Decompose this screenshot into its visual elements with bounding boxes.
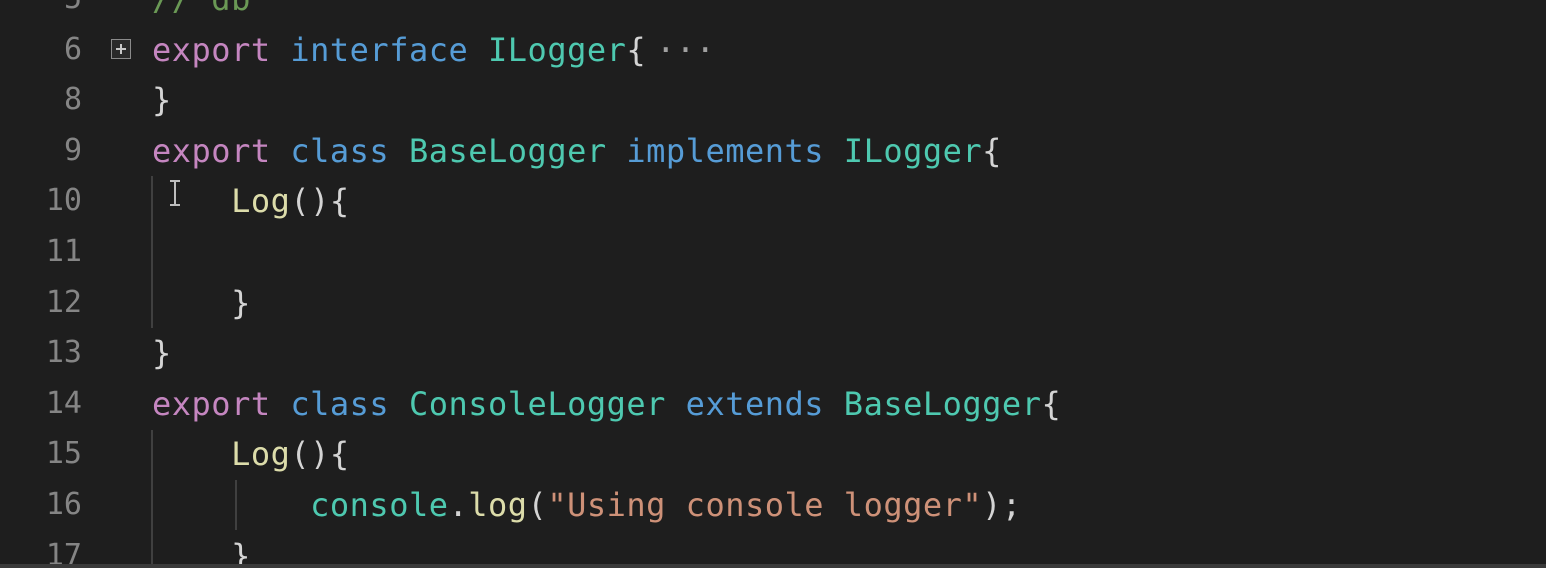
code-text: console.log("Using console logger");	[152, 480, 1022, 530]
code-text: Log(){	[152, 429, 350, 479]
line-number: 17	[45, 537, 82, 568]
code-token: export	[152, 131, 291, 170]
code-line[interactable]: 10 Log(){	[0, 176, 1546, 226]
line-number: 15	[45, 436, 82, 472]
code-token: }	[152, 334, 172, 373]
code-token: .	[448, 486, 469, 524]
line-number: 16	[45, 487, 82, 522]
code-token: extends	[685, 384, 844, 423]
code-token: ILogger	[843, 131, 983, 170]
code-token: interface	[290, 30, 489, 69]
line-number: 5	[0, 0, 82, 24]
code-line[interactable]: 16 console.log("Using console logger");	[0, 480, 1546, 530]
code-text: }	[152, 75, 172, 125]
code-text: }	[152, 531, 251, 568]
code-token: Log	[231, 182, 291, 221]
code-token: class	[290, 131, 409, 170]
code-token: log	[468, 486, 528, 524]
code-token: ConsoleLogger	[408, 384, 686, 423]
text-cursor-icon	[168, 180, 182, 206]
code-line[interactable]: 5 // db	[0, 0, 1546, 24]
code-line[interactable]: 11	[0, 227, 1546, 277]
code-token: BaseLogger	[408, 131, 627, 170]
code-line[interactable]: 17 }	[0, 531, 1546, 568]
code-token: {	[1041, 384, 1062, 423]
code-line[interactable]: 6 export interface ILogger{···	[0, 25, 1546, 75]
code-token: "Using console logger"	[547, 486, 983, 524]
code-token: (){	[290, 182, 350, 221]
line-number: 9	[63, 132, 82, 168]
code-token: export	[152, 30, 291, 69]
code-token: export	[152, 384, 291, 423]
code-text: }	[152, 328, 172, 378]
code-token: (	[527, 486, 548, 524]
code-token: ILogger	[488, 30, 627, 69]
indent-guide	[235, 480, 237, 530]
line-number: 11	[45, 234, 82, 269]
code-line[interactable]: 9 export class BaseLogger implements ILog…	[0, 126, 1546, 176]
code-text: }	[152, 278, 251, 328]
horizontal-scrollbar[interactable]	[0, 564, 1546, 568]
code-token: );	[982, 486, 1022, 524]
code-token: {	[982, 131, 1002, 170]
line-number: 12	[45, 284, 82, 320]
line-number: 10	[45, 183, 82, 219]
code-token: }	[152, 283, 251, 322]
indent-guide	[151, 176, 153, 328]
line-number: 14	[45, 385, 82, 421]
code-token: class	[290, 384, 409, 423]
code-token: }	[152, 81, 172, 120]
code-token: {	[626, 30, 647, 69]
code-line[interactable]: 12 }	[0, 278, 1546, 328]
code-line[interactable]: 15 Log(){	[0, 429, 1546, 479]
line-number: 6	[63, 31, 82, 67]
code-line[interactable]: 14 export class ConsoleLogger extends Bas…	[0, 379, 1546, 429]
folded-region-ellipsis[interactable]: ···	[656, 31, 715, 69]
expand-fold-icon[interactable]	[111, 38, 131, 59]
code-token: implements	[626, 131, 844, 170]
code-token: BaseLogger	[843, 384, 1042, 423]
indent-guide	[151, 430, 153, 568]
code-token: Log	[231, 435, 291, 474]
code-editor[interactable]: 5// db6export interface ILogger{···8}9ex…	[0, 0, 1546, 568]
code-text: export class ConsoleLogger extends BaseL…	[152, 379, 1061, 429]
line-number: 13	[45, 335, 82, 371]
code-text: // db	[152, 0, 251, 24]
code-token: (){	[290, 435, 350, 474]
code-line[interactable]: 13}	[0, 328, 1546, 378]
code-token: console	[310, 486, 449, 524]
line-number: 8	[63, 82, 82, 118]
code-text: export interface ILogger{···	[152, 25, 715, 75]
code-line[interactable]: 8}	[0, 75, 1546, 125]
code-token: // db	[152, 0, 251, 18]
code-text: export class BaseLogger implements ILogg…	[152, 126, 1002, 176]
